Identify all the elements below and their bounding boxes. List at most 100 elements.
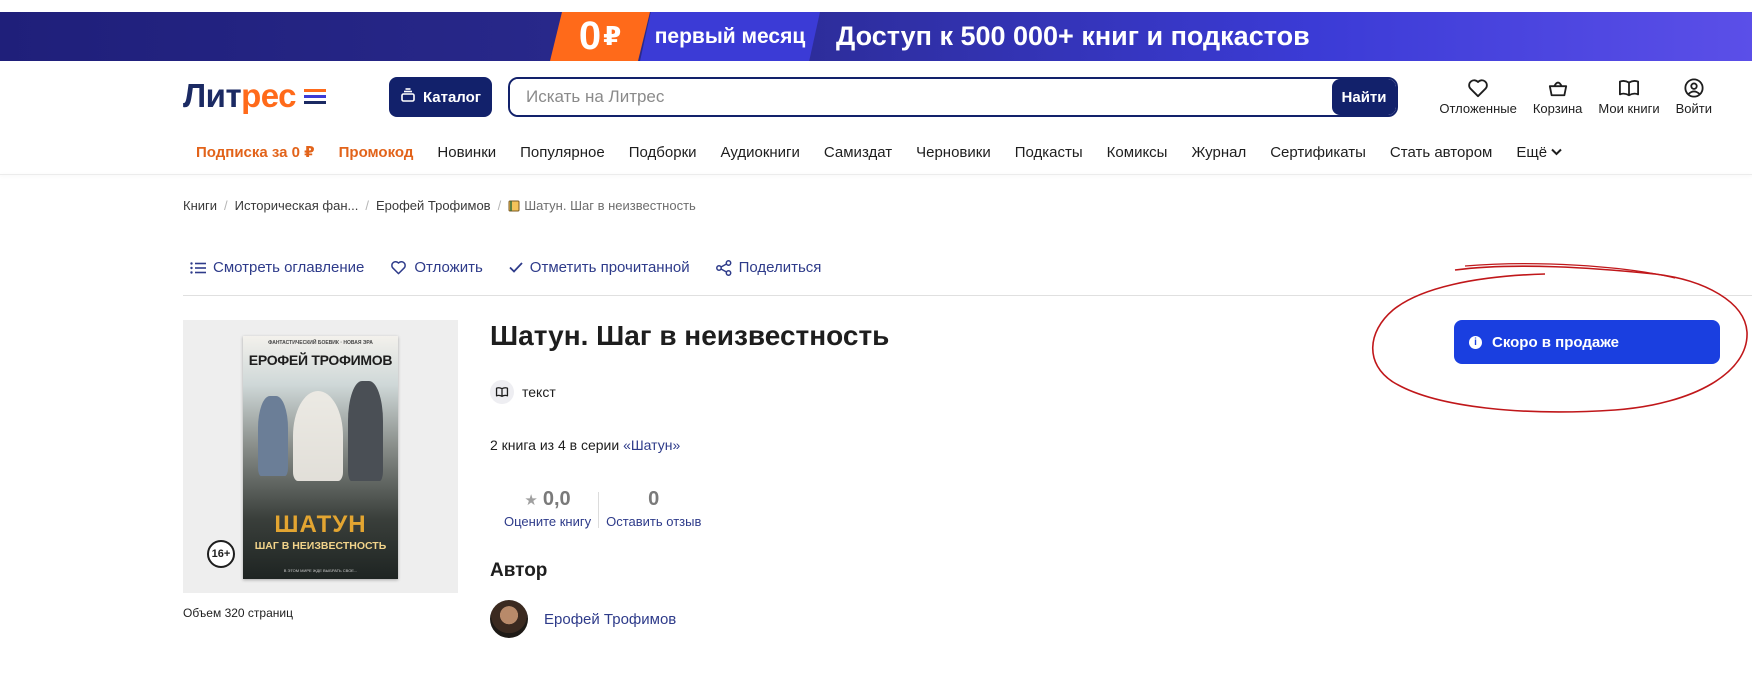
open-book-icon bbox=[490, 380, 514, 404]
book-cover-area: ФАНТАСТИЧЕСКИЙ БОЕВИК · НОВАЯ ЭРА ЕРОФЕЙ… bbox=[183, 320, 458, 593]
catalog-label: Каталог bbox=[422, 88, 482, 106]
rating-column: ★ 0,0 Оцените книгу bbox=[497, 488, 598, 529]
header-actions: Отложенные Корзина Мои книги Войти bbox=[1439, 78, 1712, 116]
book-actions-bar: Смотреть оглавление Отложить Отметить пр… bbox=[190, 259, 821, 276]
nav-item-new[interactable]: Новинки bbox=[437, 143, 496, 161]
info-icon: i bbox=[1469, 335, 1482, 349]
breadcrumb-genre[interactable]: Историческая фан... bbox=[235, 198, 359, 213]
author-link[interactable]: Ерофей Трофимов bbox=[490, 600, 676, 638]
nav-item-become-author[interactable]: Стать автором bbox=[1390, 143, 1492, 161]
mark-read-button[interactable]: Отметить прочитанной bbox=[509, 259, 690, 276]
nav-more-label: Ещё bbox=[1516, 143, 1548, 161]
promo-banner[interactable]: 0 ₽ первый месяц Доступ к 500 000+ книг и… bbox=[0, 12, 1752, 61]
books-stack-icon bbox=[400, 88, 416, 106]
cover-series: ФАНТАСТИЧЕСКИЙ БОЕВИК · НОВАЯ ЭРА bbox=[268, 340, 373, 346]
nav-subscription[interactable]: Подписка за 0 ₽ bbox=[196, 143, 315, 161]
actions-divider bbox=[183, 295, 1752, 296]
defer-button[interactable]: Отложить bbox=[390, 259, 483, 276]
checkmark-icon bbox=[509, 262, 523, 273]
nav-item-popular[interactable]: Популярное bbox=[520, 143, 605, 161]
breadcrumb-separator: / bbox=[497, 198, 502, 213]
chevron-down-icon bbox=[1551, 148, 1562, 156]
coming-soon-label: Скоро в продаже bbox=[1492, 333, 1620, 351]
rating-number: 0,0 bbox=[542, 488, 571, 510]
logo-text-part1: Лит bbox=[183, 77, 242, 114]
book-icon bbox=[508, 200, 520, 211]
cover-author: ЕРОФЕЙ ТРОФИМОВ bbox=[248, 352, 393, 368]
toc-button[interactable]: Смотреть оглавление bbox=[190, 259, 364, 276]
cart-label: Корзина bbox=[1532, 101, 1583, 116]
cover-title: ШАТУН bbox=[274, 511, 367, 538]
my-books-link[interactable]: Мои книги bbox=[1598, 78, 1660, 116]
logo-text-part2: рес bbox=[241, 77, 297, 114]
series-info: 2 книга из 4 в серии «Шатун» bbox=[490, 437, 680, 453]
cover-tagline: В ЭТОМ МИРЕ ЖДЕ ВЫБРАТЬ СВОЕ... bbox=[283, 568, 358, 573]
login-label: Войти bbox=[1675, 101, 1712, 116]
author-name: Ерофей Трофимов bbox=[544, 610, 677, 628]
breadcrumb-books[interactable]: Книги bbox=[183, 198, 217, 213]
book-format: текст bbox=[490, 380, 556, 404]
book-title: Шатун. Шаг в неизвестность bbox=[490, 320, 890, 351]
toc-label: Смотреть оглавление bbox=[213, 259, 365, 276]
main-nav: Подписка за 0 ₽ Промокод Новинки Популяр… bbox=[196, 143, 1586, 161]
promo-text: Доступ к 500 000+ книг и подкастов bbox=[836, 21, 1310, 51]
share-button[interactable]: Поделиться bbox=[715, 259, 822, 276]
nav-item-journal[interactable]: Журнал bbox=[1191, 143, 1246, 161]
open-book-icon bbox=[1618, 80, 1639, 97]
breadcrumb-separator: / bbox=[224, 198, 228, 213]
avatar bbox=[490, 600, 528, 638]
nav-promo[interactable]: Промокод bbox=[339, 143, 414, 161]
share-icon bbox=[715, 259, 732, 276]
deferred-link[interactable]: Отложенные bbox=[1439, 78, 1517, 116]
litres-logo[interactable]: Лит рес bbox=[183, 77, 327, 114]
promo-month: первый месяц bbox=[640, 12, 820, 61]
nav-item-certificates[interactable]: Сертификаты bbox=[1270, 143, 1366, 161]
login-link[interactable]: Войти bbox=[1676, 78, 1712, 116]
nav-more[interactable]: Ещё bbox=[1516, 143, 1562, 161]
share-label: Поделиться bbox=[738, 259, 822, 276]
list-icon bbox=[190, 261, 206, 274]
mark-read-label: Отметить прочитанной bbox=[529, 259, 690, 276]
promo-zero-price: 0 ₽ bbox=[550, 12, 650, 61]
nav-item-podcasts[interactable]: Подкасты bbox=[1015, 143, 1083, 161]
breadcrumb-author[interactable]: Ерофей Трофимов bbox=[376, 198, 491, 213]
book-volume: Объем 320 страниц bbox=[183, 606, 293, 620]
rate-book-link[interactable]: Оцените книгу bbox=[504, 514, 591, 529]
nav-item-selfpublished[interactable]: Самиздат bbox=[824, 143, 892, 161]
cover-figure bbox=[348, 381, 383, 481]
nav-item-audiobooks[interactable]: Аудиокниги bbox=[721, 143, 800, 161]
book-format-label: текст bbox=[522, 384, 556, 400]
series-link[interactable]: «Шатун» bbox=[623, 437, 680, 453]
logo-mark-icon bbox=[304, 88, 327, 104]
coming-soon-button[interactable]: i Скоро в продаже bbox=[1454, 320, 1720, 364]
basket-icon bbox=[1548, 81, 1567, 97]
my-books-label: Мои книги bbox=[1598, 101, 1660, 116]
breadcrumb-separator: / bbox=[365, 198, 369, 213]
nav-item-drafts[interactable]: Черновики bbox=[916, 143, 991, 161]
breadcrumb-current: Шатун. Шаг в неизвестность bbox=[508, 198, 696, 213]
cart-link[interactable]: Корзина bbox=[1532, 78, 1583, 116]
search-input[interactable] bbox=[510, 79, 1332, 115]
ratings-block: ★ 0,0 Оцените книгу 0 Оставить отзыв bbox=[497, 488, 708, 529]
star-icon: ★ bbox=[524, 491, 538, 509]
cover-subtitle: ШАГ В НЕИЗВЕСТНОСТЬ bbox=[254, 540, 387, 552]
reviews-count: 0 bbox=[648, 488, 660, 510]
rating-value: ★ 0,0 bbox=[524, 488, 570, 511]
heart-icon bbox=[1468, 79, 1488, 98]
deferred-label: Отложенные bbox=[1439, 101, 1517, 116]
breadcrumb: Книги / Историческая фан... / Ерофей Тро… bbox=[183, 198, 696, 213]
catalog-button[interactable]: Каталог bbox=[389, 77, 492, 117]
defer-label: Отложить bbox=[414, 259, 483, 276]
promo-currency: ₽ bbox=[603, 21, 622, 51]
leave-review-link[interactable]: Оставить отзыв bbox=[606, 514, 701, 529]
nav-item-collections[interactable]: Подборки bbox=[629, 143, 697, 161]
book-cover[interactable]: ФАНТАСТИЧЕСКИЙ БОЕВИК · НОВАЯ ЭРА ЕРОФЕЙ… bbox=[243, 336, 398, 579]
header-divider bbox=[0, 174, 1752, 175]
age-rating-badge: 16+ bbox=[207, 540, 235, 568]
search-box: Найти bbox=[508, 77, 1398, 117]
search-button[interactable]: Найти bbox=[1332, 79, 1396, 115]
cover-figure bbox=[258, 396, 288, 476]
user-icon bbox=[1684, 78, 1704, 98]
nav-item-comics[interactable]: Комиксы bbox=[1107, 143, 1168, 161]
series-prefix: 2 книга из 4 в серии bbox=[490, 437, 620, 453]
